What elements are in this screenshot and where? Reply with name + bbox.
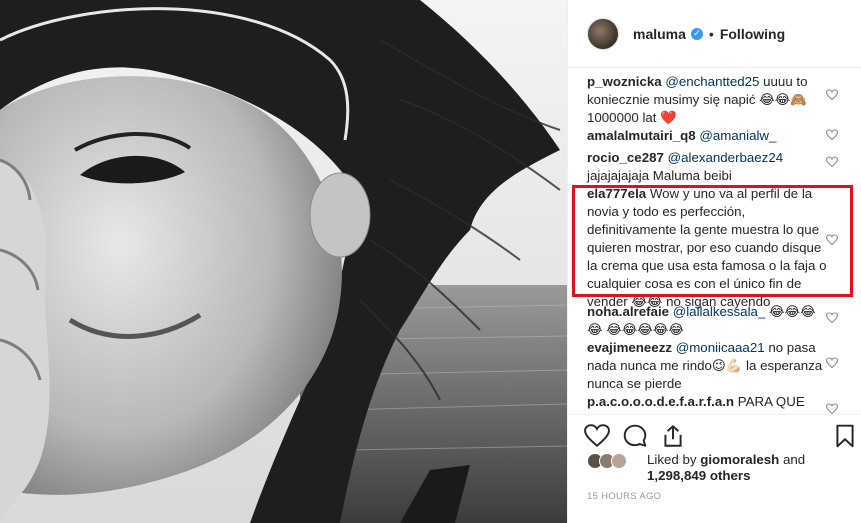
heart-icon[interactable] [584,423,610,449]
comment-icon[interactable] [622,423,648,449]
likes-summary: Liked by giomoralesh and 1,298,849 other… [587,450,857,486]
comment-username[interactable]: rocio_ce287 [587,150,664,165]
comment-username[interactable]: p.a.c.o.o.o.d.e.f.a.r.f.a.n [587,394,734,409]
post-sidebar: maluma ✓ • Following p_woznicka @enchant… [567,0,861,523]
share-icon[interactable] [660,423,686,449]
comment-item: p.a.c.o.o.o.d.e.f.a.r.f.a.n PARA QUE [587,393,827,411]
like-comment-heart-icon[interactable] [826,357,838,369]
likes-prefix: Liked by [647,452,701,467]
likes-text: Liked by giomoralesh and 1,298,849 other… [647,452,857,484]
comment-item: evajimeneezz @moniicaaa21 no pasa nada n… [587,339,827,393]
comment-item: p_woznicka @enchantted25 uuuu to koniecz… [587,73,827,127]
comment-mention[interactable]: @enchantted25 [665,74,759,89]
comment-mention[interactable]: @moniicaaa21 [676,340,765,355]
comment-item-highlighted: ela777ela Wow y uno va al perfil de la n… [587,185,827,311]
like-comment-heart-icon[interactable] [826,403,838,414]
like-comment-heart-icon[interactable] [826,129,838,141]
comment-mention[interactable]: @lallalkessala_ [673,304,766,319]
liker-username[interactable]: giomoralesh [700,452,779,467]
comment-text: PARA QUE [734,394,805,409]
comment-item: amalalmutairi_q8 @amanialw_ [587,127,827,145]
liker-avatar[interactable] [611,453,627,469]
comment-username[interactable]: evajimeneezz [587,340,672,355]
comment-username[interactable]: amalalmutairi_q8 [587,128,696,143]
comment-username[interactable]: noha.alrefaie [587,304,669,319]
separator-dot: • [708,25,714,42]
like-comment-heart-icon[interactable] [826,156,838,168]
follow-status-button[interactable]: Following [720,26,785,42]
post-header: maluma ✓ • Following [568,0,861,68]
post-photo[interactable] [0,0,567,523]
comment-mention[interactable]: @alexanderbaez24 [668,150,784,165]
comment-username[interactable]: ela777ela [587,186,646,201]
comment-list[interactable]: p_woznicka @enchantted25 uuuu to koniecz… [568,69,861,414]
comment-username[interactable]: p_woznicka [587,74,662,89]
likes-and: and [779,452,806,467]
comment-text: jajajajajaja Maluma beibi [587,168,732,183]
author-username[interactable]: maluma [633,26,686,42]
photo-image [0,0,567,523]
like-comment-heart-icon[interactable] [826,312,838,324]
author-avatar[interactable] [587,17,619,50]
comment-mention[interactable]: @amanialw_ [699,128,776,143]
verified-badge-icon: ✓ [690,27,703,40]
bookmark-icon[interactable] [832,423,858,449]
comment-item: noha.alrefaie @lallalkessala_ 😂😂😂😂 😂😂😂😂😂 [587,303,827,339]
like-comment-heart-icon[interactable] [826,234,838,246]
comment-text: Wow y uno va al perfil de la novia y tod… [587,186,827,309]
like-comment-heart-icon[interactable] [826,89,838,101]
comment-item: rocio_ce287 @alexanderbaez24 jajajajajaj… [587,149,827,185]
post-timestamp[interactable]: 15 HOURS AGO [587,491,661,502]
post-actions-bar [568,414,861,454]
likes-count[interactable]: 1,298,849 others [647,468,751,483]
